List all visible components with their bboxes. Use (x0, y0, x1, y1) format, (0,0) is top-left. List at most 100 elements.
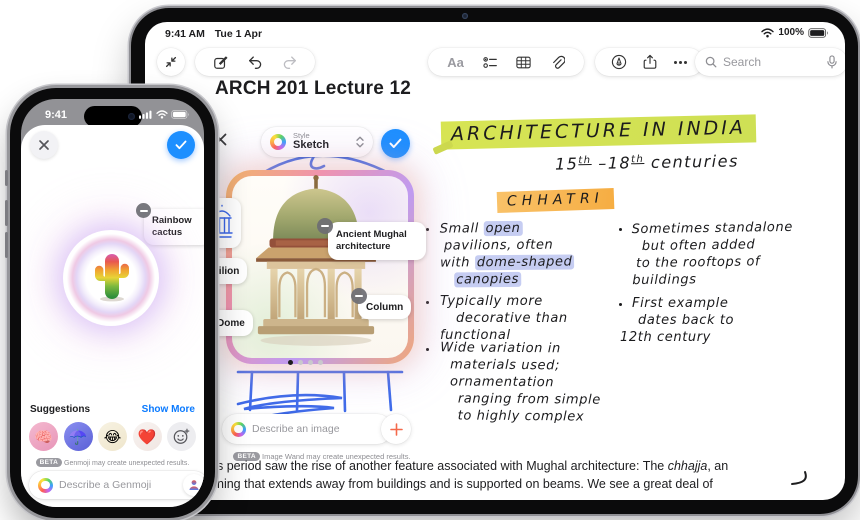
label-chip-rainbow-cactus[interactable]: Rainbow cactus (144, 209, 204, 245)
attachment-button[interactable] (550, 55, 565, 70)
action-button (5, 170, 8, 186)
iphone-screen: 9:41 Rainbow cactus Suggestions Show Mor… (21, 99, 204, 507)
note-bullet-2: Typically more decorative than functiona… (440, 294, 568, 343)
add-image-button[interactable] (381, 414, 411, 444)
genmoji-sheet: Rainbow cactus Suggestions Show More 🧠 ☂… (21, 125, 204, 507)
genmoji-accept-button[interactable] (167, 131, 195, 159)
minus-icon[interactable] (351, 288, 367, 304)
collapse-arrows-icon (165, 56, 177, 68)
person-icon (189, 480, 199, 490)
battery-percent: 100% (778, 27, 804, 38)
note-bullet-4: Sometimes standalone but often added to … (631, 219, 793, 289)
microphone-icon[interactable] (827, 55, 837, 69)
apple-intelligence-icon (38, 477, 53, 493)
bullet (426, 228, 429, 231)
genmoji-beta-note: BETA Genmoji may create unexpected resul… (21, 458, 204, 467)
note-title: ARCH 201 Lecture 12 (215, 78, 411, 99)
ipad-status-right: 100% (761, 27, 829, 38)
handwritten-flourish (791, 471, 807, 485)
variant-page-dots[interactable] (288, 360, 323, 365)
chevron-up-down-icon (356, 136, 364, 148)
text-format-button[interactable]: Aa (447, 55, 464, 70)
share-toolbar-group (595, 48, 703, 76)
undo-button[interactable] (247, 55, 263, 69)
note-bullet-1: Small open pavilions, often with dome-sh… (439, 220, 575, 288)
iphone-clock: 9:41 (45, 109, 68, 121)
front-camera (127, 113, 135, 120)
show-more-link[interactable]: Show More (142, 404, 195, 415)
new-emoji-button[interactable] (167, 422, 196, 451)
bullet (619, 228, 622, 231)
smiley-plus-icon (173, 428, 190, 444)
exit-fullscreen-button[interactable] (157, 48, 185, 76)
beta-badge: BETA (35, 458, 63, 467)
suggestion-heart-emoji[interactable]: ❤️ (132, 422, 162, 451)
iphone-status-icons (139, 110, 190, 119)
apple-intelligence-showcase: 9:41 AM Tue 1 Apr 100% Aa Search ARCH 20… (0, 0, 860, 520)
describe-image-field[interactable] (252, 423, 383, 435)
suggestion-umbrella-genmoji[interactable]: ☂️ (63, 422, 93, 451)
volume-up-button (5, 200, 8, 226)
wifi-icon (155, 110, 168, 119)
ipad-clock: 9:41 AM (165, 28, 205, 40)
bullet (619, 303, 622, 306)
note-bullet-3: Wide variation in materials used; orname… (440, 340, 601, 425)
plus-icon (389, 422, 403, 436)
close-icon (39, 140, 49, 150)
ipad-status-left: 9:41 AM Tue 1 Apr (165, 28, 262, 40)
wand-accept-button[interactable] (381, 129, 410, 158)
volume-down-button (5, 232, 8, 258)
ipad-screen: 9:41 AM Tue 1 Apr 100% Aa Search ARCH 20… (145, 22, 845, 500)
apple-intelligence-icon (231, 421, 246, 437)
checkmark-icon (175, 140, 187, 150)
image-style-icon (270, 134, 286, 150)
checklist-button[interactable] (482, 56, 498, 69)
style-dropdown[interactable]: Style Sketch (261, 127, 373, 157)
genmoji-input[interactable] (29, 471, 204, 499)
more-button[interactable] (673, 60, 687, 64)
close-icon (214, 133, 227, 146)
search-bar[interactable] (695, 48, 845, 76)
compose-button[interactable] (213, 55, 228, 70)
iphone-device: 9:41 Rainbow cactus Suggestions Show Mor… (5, 88, 215, 518)
appearance-person-button[interactable] (183, 474, 204, 496)
ipad-front-camera (462, 13, 468, 19)
battery-icon (171, 110, 189, 119)
note-bullet-5: First example dates back to 12th century (620, 296, 735, 345)
markup-button[interactable] (611, 54, 627, 70)
style-value: Sketch (293, 139, 330, 152)
suggestion-laugh-emoji[interactable]: 😂 (98, 422, 127, 451)
search-input[interactable] (723, 55, 821, 69)
battery-icon (808, 27, 829, 38)
handwritten-heading: ARCHITECTURE IN INDIA (440, 114, 757, 150)
minus-icon[interactable] (317, 218, 333, 234)
checkmark-icon (389, 138, 402, 148)
handwritten-subheading: 15th –18th centuries (554, 151, 739, 174)
image-wand-canvas[interactable] (226, 170, 414, 364)
label-chip-dome[interactable]: Dome (209, 310, 253, 336)
redo-button[interactable] (282, 55, 298, 69)
note-body-line-1: s period saw the rise of another feature… (217, 459, 729, 473)
wifi-icon (761, 27, 775, 38)
genmoji-close-button[interactable] (30, 131, 58, 159)
share-button[interactable] (643, 54, 657, 70)
handwritten-section-title: CHHATRI (496, 187, 615, 214)
minus-icon[interactable] (136, 203, 151, 218)
image-wand-input[interactable] (222, 414, 392, 444)
suggestion-row: 🧠 ☂️ 😂 ❤️ (29, 422, 196, 451)
format-toolbar-group: Aa (428, 48, 584, 76)
note-body-line-2: ning that extends away from buildings an… (217, 477, 713, 491)
bullet (426, 348, 429, 351)
highlighter-tail (432, 140, 454, 155)
suggestions-title: Suggestions (30, 404, 91, 415)
label-chip-ancient-mughal[interactable]: Ancient Mughal architecture (328, 222, 426, 260)
wand-close-button[interactable] (213, 132, 228, 147)
describe-genmoji-field[interactable] (59, 479, 177, 491)
cellular-icon (139, 110, 152, 119)
bullet (426, 301, 429, 304)
table-button[interactable] (516, 56, 531, 69)
dynamic-island (83, 106, 142, 127)
suggestion-brain-emoji[interactable]: 🧠 (29, 422, 58, 451)
ipad-date: Tue 1 Apr (214, 28, 263, 40)
edit-toolbar-group (195, 48, 315, 76)
